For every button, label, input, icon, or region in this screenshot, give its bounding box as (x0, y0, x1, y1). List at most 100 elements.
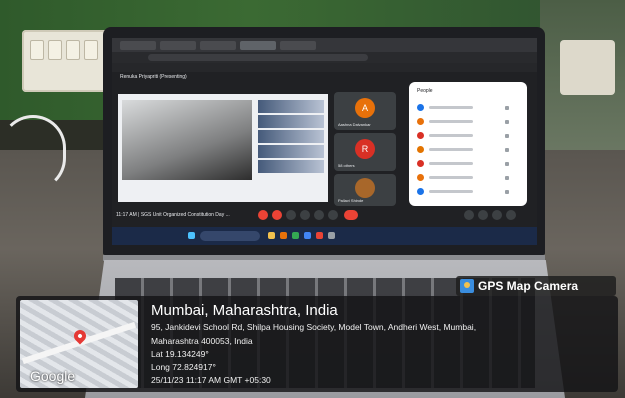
longitude: Long 72.824917° (151, 362, 216, 372)
participant-name-placeholder (429, 106, 473, 109)
meeting-label: 11:17 AM | SGS Unit Organized Constituti… (116, 212, 230, 218)
chat-button[interactable] (492, 210, 502, 220)
mic-icon (505, 162, 509, 166)
participant-name-placeholder (429, 190, 473, 193)
switch (48, 40, 62, 60)
participant-avatar (417, 118, 424, 125)
address-line-2: Maharashtra 400053, India (151, 336, 253, 346)
app-icon[interactable] (316, 232, 323, 239)
people-panel-title: People (417, 88, 433, 94)
browser-tab-strip (112, 38, 537, 52)
file-explorer-icon[interactable] (268, 232, 275, 239)
url-field (148, 54, 368, 61)
people-panel: People (409, 82, 527, 206)
avatar (355, 178, 375, 198)
app-icon[interactable] (328, 232, 335, 239)
info-button[interactable] (464, 210, 474, 220)
captions-button[interactable] (286, 210, 296, 220)
participant-avatar (417, 160, 424, 167)
participant-row[interactable] (417, 132, 517, 140)
latitude: Lat 19.134249° (151, 349, 209, 359)
browser-tab (280, 41, 316, 50)
location-info-panel: Google Mumbai, Maharashtra, India 95, Ja… (16, 296, 618, 392)
gps-camera-badge: GPS Map Camera (456, 276, 616, 296)
windows-taskbar (112, 227, 537, 245)
location-map: Google (20, 300, 138, 388)
switch (66, 40, 80, 60)
browser-tab (120, 41, 156, 50)
switchboard (22, 30, 110, 92)
present-button[interactable] (314, 210, 324, 220)
mic-icon (505, 148, 509, 152)
address-line-1: 95, Jankidevi School Rd, Shilpa Housing … (151, 322, 477, 332)
participant-avatar (417, 146, 424, 153)
participant-tile: A Aashna Dalvankar (334, 92, 396, 130)
video-thumbnail (258, 130, 324, 143)
browser-tab-active (240, 41, 276, 50)
mic-icon (505, 106, 509, 110)
presenter-title: Renuka Priyapriti (Presenting) (120, 74, 187, 80)
participant-avatar (417, 132, 424, 139)
taskbar-search[interactable] (200, 231, 260, 241)
participant-name-placeholder (429, 134, 473, 137)
start-icon[interactable] (188, 232, 195, 239)
bookmarks-bar (112, 63, 537, 72)
participant-name: 58 others (338, 163, 355, 168)
presentation-stage (118, 94, 328, 202)
laptop-screen: Renuka Priyapriti (Presenting) A Aashna … (112, 38, 537, 245)
photo-scene: Renuka Priyapriti (Presenting) A Aashna … (0, 0, 625, 398)
gps-map-camera-icon (460, 279, 474, 293)
participant-name-placeholder (429, 148, 473, 151)
end-call-button[interactable] (344, 210, 358, 220)
chrome-icon[interactable] (304, 232, 311, 239)
app-icon[interactable] (280, 232, 287, 239)
activities-button[interactable] (506, 210, 516, 220)
shared-video (122, 100, 252, 180)
mic-icon (505, 190, 509, 194)
participant-name: Aashna Dalvankar (338, 122, 371, 127)
participant-tile: Pallavi Shinde (334, 174, 396, 206)
participant-avatar (417, 104, 424, 111)
timestamp: 25/11/23 11:17 AM GMT +05:30 (151, 375, 271, 385)
wall-socket (560, 40, 615, 95)
participant-row[interactable] (417, 174, 517, 182)
camera-off-button[interactable] (272, 210, 282, 220)
browser-tab (160, 41, 196, 50)
participant-row[interactable] (417, 104, 517, 112)
map-pin-icon (71, 327, 89, 345)
avatar: A (355, 98, 375, 118)
participant-name-placeholder (429, 162, 473, 165)
video-thumbnail (258, 145, 324, 158)
app-icon[interactable] (292, 232, 299, 239)
participant-name-placeholder (429, 120, 473, 123)
location-title: Mumbai, Maharashtra, India (151, 302, 338, 319)
participant-name: Pallavi Shinde (338, 198, 364, 203)
participant-row[interactable] (417, 146, 517, 154)
charging-cable (0, 115, 66, 191)
gps-camera-label: GPS Map Camera (478, 279, 579, 293)
video-sidebar (258, 100, 324, 196)
browser-tab (200, 41, 236, 50)
participant-row[interactable] (417, 188, 517, 196)
switch (30, 40, 44, 60)
meeting-controls: 11:17 AM | SGS Unit Organized Constituti… (112, 206, 537, 224)
participant-name-placeholder (429, 176, 473, 179)
mic-off-button[interactable] (258, 210, 268, 220)
address-bar (112, 52, 537, 63)
participant-avatar (417, 188, 424, 195)
more-options-button[interactable] (328, 210, 338, 220)
mic-icon (505, 134, 509, 138)
video-thumbnail (258, 100, 324, 113)
participant-row[interactable] (417, 160, 517, 168)
raise-hand-button[interactable] (300, 210, 310, 220)
people-button[interactable] (478, 210, 488, 220)
video-thumbnail (258, 115, 324, 128)
video-thumbnail (258, 160, 324, 173)
participant-tile: R 58 others (334, 133, 396, 171)
mic-icon (505, 120, 509, 124)
avatar: R (355, 139, 375, 159)
switch (84, 40, 98, 60)
participant-avatar (417, 174, 424, 181)
mic-icon (505, 176, 509, 180)
participant-row[interactable] (417, 118, 517, 126)
